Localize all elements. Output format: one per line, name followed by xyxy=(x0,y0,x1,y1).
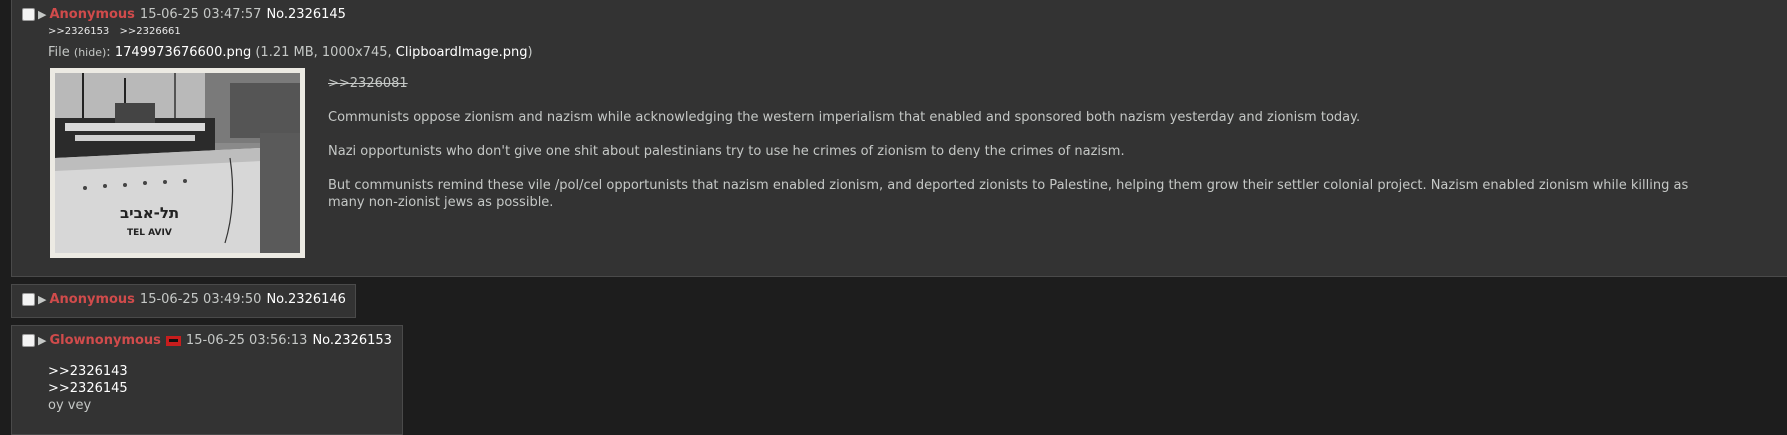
file-info: File (hide): 1749973676600.png (1.21 MB,… xyxy=(48,45,533,60)
poster-name: Glownonymous xyxy=(49,333,161,348)
op-post-info: ▶ Anonymous 15-06-25 03:47:57 No.2326145 xyxy=(22,7,346,22)
post-text: oy vey xyxy=(48,398,92,413)
file-thumbnail[interactable]: תל-אביב TEL AVIV xyxy=(50,68,305,258)
hebrew-ship-name: תל-אביב xyxy=(120,204,179,222)
post-date: 15-06-25 03:56:13 xyxy=(185,333,308,348)
backlink[interactable]: >>2326153 xyxy=(48,26,109,37)
file-meta: (1.21 MB, 1000x745, xyxy=(255,45,392,60)
dead-quote-link[interactable]: >>2326081 xyxy=(328,75,1728,92)
post-date: 15-06-25 03:49:50 xyxy=(139,292,262,307)
reply-post-info: ▶ Anonymous 15-06-25 03:49:50 No.2326146 xyxy=(22,292,346,307)
latin-ship-name: TEL AVIV xyxy=(127,228,172,238)
post-menu-arrow-icon[interactable]: ▶ xyxy=(38,293,46,306)
ship-photo: תל-אביב TEL AVIV xyxy=(55,73,300,253)
post-body: >>2326143 >>2326145 oy vey xyxy=(48,363,128,414)
poster-name: Anonymous xyxy=(49,292,135,307)
quote-link[interactable]: >>2326145 xyxy=(48,380,128,397)
post-checkbox[interactable] xyxy=(22,334,35,347)
file-close: ) xyxy=(527,45,533,60)
post-paragraph: Nazi opportunists who don't give one shi… xyxy=(328,144,1125,159)
backlinks: >>2326153 >>2326661 xyxy=(48,26,188,37)
poster-name: Anonymous xyxy=(49,7,135,22)
quote-link[interactable]: >>2326143 xyxy=(48,363,128,380)
post-number[interactable]: No.2326146 xyxy=(266,292,345,307)
reply-post: ▶ Anonymous 15-06-25 03:49:50 No.2326146 xyxy=(11,284,356,318)
country-flag-icon xyxy=(165,335,181,346)
reply-post: ▶ Glownonymous 15-06-25 03:56:13 No.2326… xyxy=(11,325,403,435)
file-sep: : xyxy=(106,45,111,60)
original-filename: ClipboardImage.png xyxy=(395,45,528,60)
post-date: 15-06-25 03:47:57 xyxy=(139,7,262,22)
post-paragraph: But communists remind these vile /pol/ce… xyxy=(328,178,1689,210)
post-paragraph: Communists oppose zionism and nazism whi… xyxy=(328,110,1361,125)
post-menu-arrow-icon[interactable]: ▶ xyxy=(38,8,46,21)
post-menu-arrow-icon[interactable]: ▶ xyxy=(38,334,46,347)
op-post: ▶ Anonymous 15-06-25 03:47:57 No.2326145… xyxy=(11,0,1787,277)
post-checkbox[interactable] xyxy=(22,8,35,21)
hide-file-link[interactable]: (hide) xyxy=(74,46,106,59)
file-label: File xyxy=(48,45,70,60)
post-number[interactable]: No.2326145 xyxy=(266,7,345,22)
backlink[interactable]: >>2326661 xyxy=(119,26,180,37)
post-number[interactable]: No.2326153 xyxy=(312,333,391,348)
post-body: >>2326081 Communists oppose zionism and … xyxy=(328,75,1728,228)
file-link[interactable]: 1749973676600.png xyxy=(115,45,251,60)
post-checkbox[interactable] xyxy=(22,293,35,306)
reply-post-info: ▶ Glownonymous 15-06-25 03:56:13 No.2326… xyxy=(22,333,392,348)
